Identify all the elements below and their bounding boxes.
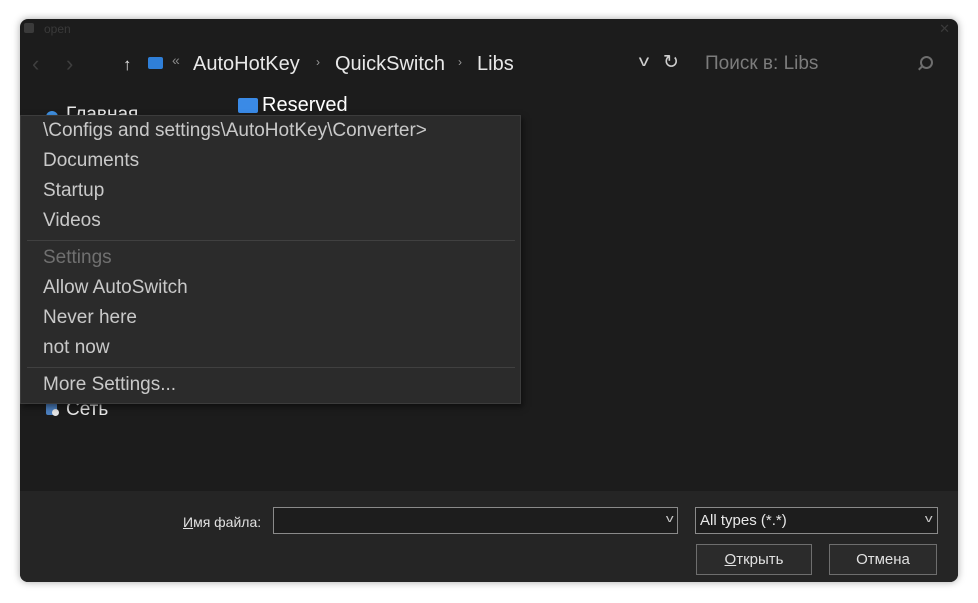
filename-field[interactable]: v (273, 507, 678, 534)
folder-icon (148, 57, 163, 69)
menu-item-allow-autoswitch[interactable]: Allow AutoSwitch (43, 277, 188, 299)
title-bar: open ✕ (20, 19, 958, 39)
search-icon[interactable] (920, 56, 933, 69)
menu-item-documents[interactable]: Documents (43, 150, 139, 172)
filename-input[interactable] (274, 508, 662, 533)
menu-separator (27, 367, 515, 368)
refresh-icon[interactable]: ↻ (663, 51, 679, 74)
menu-item-never-here[interactable]: Never here (43, 307, 137, 329)
up-arrow-icon[interactable]: ↑ (123, 55, 132, 75)
breadcrumb-overflow-icon[interactable]: « (172, 52, 180, 68)
file-type-select[interactable]: All types (*.*) v (695, 507, 938, 534)
search-input[interactable] (705, 49, 935, 79)
file-open-dialog: open ✕ ‹ › ↑ « AutoHotKey › QuickSwitch … (20, 19, 958, 582)
window-title: open (44, 22, 71, 36)
breadcrumb-autohotkey[interactable]: AutoHotKey (193, 53, 300, 76)
menu-item-videos[interactable]: Videos (43, 210, 101, 232)
menu-header-settings: Settings (43, 247, 112, 268)
back-arrow-icon[interactable]: ‹ (32, 51, 39, 77)
filename-label: Имя файла: (183, 514, 262, 530)
menu-separator (27, 240, 515, 241)
quickswitch-context-menu: \Configs and settings\AutoHotKey\Convert… (20, 115, 521, 404)
address-dropdown-icon[interactable]: v (639, 53, 649, 71)
app-icon (24, 23, 34, 33)
breadcrumb-quickswitch[interactable]: QuickSwitch (335, 53, 445, 76)
folder-icon (238, 98, 258, 113)
cancel-button[interactable]: Отмена (829, 544, 937, 575)
dialog-footer: Имя файла: v All types (*.*) v Открыть О… (20, 491, 958, 582)
breadcrumb-separator-icon[interactable]: › (316, 55, 320, 69)
forward-arrow-icon[interactable]: › (66, 51, 73, 77)
menu-item-favorite-path[interactable]: \Configs and settings\AutoHotKey\Convert… (43, 120, 427, 142)
menu-item-not-now[interactable]: not now (43, 337, 110, 359)
chevron-down-icon[interactable]: v (665, 513, 673, 525)
menu-item-more-settings[interactable]: More Settings... (43, 374, 176, 396)
close-button[interactable]: ✕ (939, 21, 950, 37)
file-type-value: All types (*.*) (700, 512, 787, 529)
chevron-down-icon[interactable]: v (924, 513, 932, 525)
file-item-reserved[interactable]: Reserved (262, 94, 348, 117)
menu-item-startup[interactable]: Startup (43, 180, 104, 202)
open-button[interactable]: Открыть (696, 544, 812, 575)
network-icon (46, 403, 59, 416)
breadcrumb-separator-icon[interactable]: › (458, 55, 462, 69)
breadcrumb-libs[interactable]: Libs (477, 53, 514, 76)
